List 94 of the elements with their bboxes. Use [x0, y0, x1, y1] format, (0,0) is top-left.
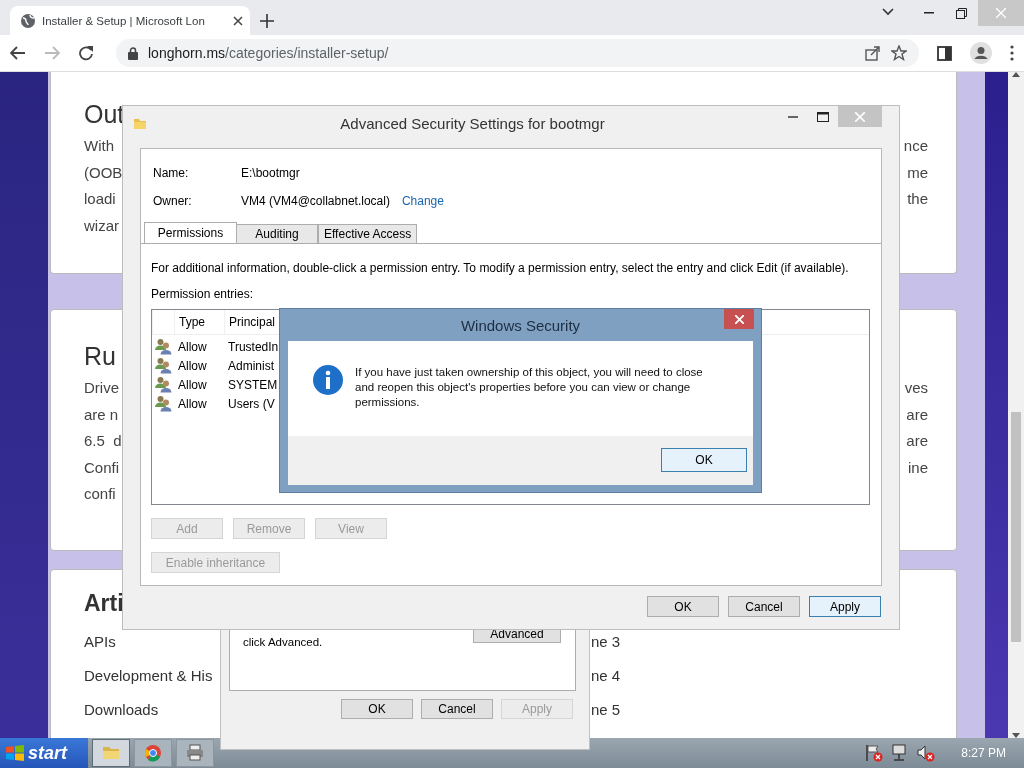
paragraph-text: nce	[903, 136, 928, 156]
minimize-icon	[788, 115, 798, 118]
taskbar-app[interactable]	[92, 739, 130, 767]
column-header[interactable]: Type	[174, 310, 224, 334]
chevron-down-icon[interactable]	[882, 8, 894, 16]
paragraph-text: me	[907, 162, 928, 183]
field-value: E:\bootmgr	[241, 166, 300, 180]
globe-icon	[20, 12, 36, 29]
start-button[interactable]: start	[0, 738, 88, 768]
card-heading: Ru	[84, 341, 116, 372]
field-label: Owner:	[153, 194, 193, 208]
table-cell-text: SYSTEM	[227, 377, 278, 392]
users-icon	[155, 395, 172, 412]
scroll-thumb[interactable]	[1011, 412, 1021, 642]
dialog-button[interactable]: OK	[647, 596, 719, 617]
paragraph-text: ine	[907, 457, 928, 478]
star-icon[interactable]	[891, 45, 907, 61]
dialog-button[interactable]: Cancel	[728, 596, 800, 617]
list-label: Permission entries:	[151, 287, 255, 301]
users-icon	[155, 376, 172, 393]
paragraph-text: are	[906, 431, 928, 451]
back-arrow-icon[interactable]	[10, 46, 26, 60]
plus-icon[interactable]	[260, 14, 274, 28]
reload-icon[interactable]	[78, 45, 94, 61]
paragraph-text: (OOB	[84, 162, 123, 183]
dialog-button[interactable]: Cancel	[421, 699, 493, 719]
info-icon	[313, 365, 343, 395]
folder-icon	[133, 116, 147, 130]
table-cell-text: Allow	[177, 358, 208, 373]
close-icon	[855, 111, 865, 122]
paragraph-text: the	[907, 189, 928, 209]
paragraph-text: Confi	[84, 457, 120, 478]
change-link[interactable]: Change	[401, 194, 444, 208]
paragraph-text: loadi	[84, 189, 116, 209]
table-cell-text: Users (V	[227, 396, 275, 411]
paragraph-text: Drive	[84, 378, 119, 398]
card-heading: Arti	[84, 589, 124, 618]
browser-icon	[143, 743, 163, 763]
paragraph-text: are	[906, 404, 928, 425]
profile-icon[interactable]	[970, 42, 992, 64]
message-text: If you have just taken ownership of this object, you will need to close and reopen this object's properties before you can view or change permissions.	[355, 365, 703, 410]
clock-text: 8:27 PM	[961, 746, 1006, 760]
paragraph-text: With	[84, 136, 114, 156]
speaker-muted-icon[interactable]	[917, 744, 936, 762]
article-link[interactable]: APIs	[84, 625, 116, 659]
dialog-button[interactable]: OK	[661, 448, 747, 472]
paragraph-text: ves	[904, 378, 928, 398]
browser-tab[interactable]: Installer & Setup | Microsoft Lon	[10, 6, 250, 35]
note-text: click Advanced.	[243, 636, 323, 648]
instruction-text: For additional information, double-click a permission entry. To modify a permission entry, select the entry and click Edit (if available).	[151, 261, 850, 275]
card-heading: Out	[84, 99, 125, 130]
paragraph-text: wizar	[84, 215, 119, 236]
table-cell-text: TrustedIn	[227, 339, 279, 354]
permission-list[interactable]	[151, 309, 870, 505]
users-icon	[155, 338, 172, 355]
table-cell-text: Allow	[177, 396, 208, 411]
minimize-icon	[923, 12, 934, 14]
taskbar-app[interactable]	[176, 739, 214, 767]
share-icon[interactable]	[865, 45, 881, 61]
side-panel-icon[interactable]	[937, 45, 952, 61]
milestone-link[interactable]: ne 4	[591, 659, 621, 693]
address-field[interactable]: longhorn.ms/categories/installer-setup/	[116, 39, 919, 67]
article-link[interactable]: Downloads	[84, 693, 159, 727]
table-cell-text: Allow	[177, 339, 208, 354]
restore-icon	[956, 7, 967, 19]
tab[interactable]: Effective Access	[318, 224, 418, 243]
milestone-link[interactable]: ne 5	[591, 693, 621, 727]
window-title: Advanced Security Settings for bootmgr	[340, 114, 605, 132]
scrollbar[interactable]	[1008, 72, 1024, 738]
field-value: VM4 (VM4@collabnet.local)	[241, 194, 390, 208]
printer-icon	[185, 743, 205, 763]
windows-logo-icon	[6, 745, 24, 761]
paragraph-text: are n	[84, 404, 119, 425]
field-label: Name:	[153, 166, 190, 180]
table-cell-text: Administ	[227, 358, 274, 373]
lock-icon	[128, 46, 138, 60]
paragraph-text: 6.5 d	[84, 431, 122, 451]
maximize-icon	[817, 111, 829, 122]
paragraph-text: confi	[84, 484, 116, 504]
users-icon	[155, 357, 172, 374]
table-cell-text: Allow	[177, 377, 208, 392]
menu-icon[interactable]	[1010, 45, 1014, 61]
dialog-button[interactable]: OK	[341, 699, 413, 719]
tab[interactable]: Permissions	[144, 222, 237, 243]
column-header[interactable]: Principal	[224, 310, 276, 334]
article-link[interactable]: Development & His	[84, 659, 213, 693]
close-icon	[734, 314, 744, 324]
tab[interactable]: Auditing	[236, 224, 318, 243]
dialog-button[interactable]: Apply	[809, 596, 881, 617]
close-button[interactable]	[724, 309, 754, 329]
close-icon[interactable]	[233, 15, 243, 26]
flag-icon[interactable]	[865, 744, 884, 762]
window-title: Windows Security	[460, 316, 581, 334]
close-icon	[996, 8, 1006, 18]
